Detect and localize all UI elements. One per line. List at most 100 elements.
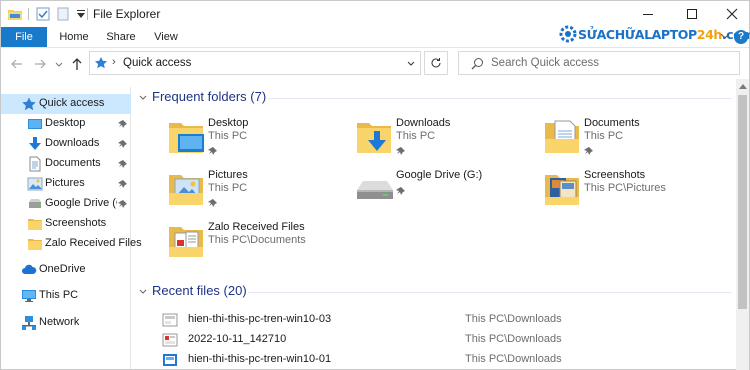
list-item[interactable]: 2022-10-11_142710 This PC\Downloads (158, 330, 598, 350)
tile-name: Desktop (208, 117, 249, 129)
divider (268, 98, 732, 99)
back-arrow-icon[interactable] (9, 56, 25, 72)
address-bar[interactable]: › Quick access (89, 51, 421, 75)
folder-icon (27, 236, 43, 252)
sidebar-item-documents[interactable]: Documents (1, 154, 131, 174)
folder-icon (27, 216, 43, 232)
file-explorer-window: File Explorer SỬACHỮALAPTOP24h.com File … (0, 0, 750, 370)
tab-view[interactable]: View (147, 27, 185, 47)
tab-home[interactable]: Home (53, 27, 95, 47)
screenshots-folder-icon (542, 169, 582, 209)
pin-icon[interactable] (208, 197, 218, 211)
sidebar-item-label: OneDrive (39, 263, 86, 275)
tile-path: This PC (208, 130, 248, 142)
sidebar-item-label: Network (39, 316, 80, 328)
zalo-folder-icon (166, 221, 206, 261)
up-arrow-icon[interactable] (69, 56, 85, 72)
sidebar-item-pictures[interactable]: Pictures (1, 174, 131, 194)
refresh-icon (431, 58, 441, 68)
scroll-up-icon[interactable] (736, 79, 749, 93)
file-name: 2022-10-11_142710 (188, 333, 287, 345)
sidebar-item-label: Screenshots (45, 217, 107, 229)
address-row: › Quick access Search Quick access (1, 47, 749, 79)
sidebar-item-desktop[interactable]: Desktop (1, 114, 131, 134)
help-icon[interactable]: ? (734, 30, 748, 44)
sidebar-item-this-pc[interactable]: This PC (1, 286, 131, 306)
drive-icon (354, 169, 394, 209)
sidebar-item-downloads[interactable]: Downloads (1, 134, 131, 154)
group-title: Frequent folders (7) (152, 89, 267, 104)
breadcrumb-chevron-icon[interactable]: › (112, 56, 116, 68)
sidebar-item-screenshots[interactable]: Screenshots (1, 214, 131, 234)
separator (28, 8, 29, 20)
tile-name: Google Drive (G:) (396, 169, 483, 181)
ribbon-tabs: File Home Share View ? (1, 27, 749, 47)
recent-locations-icon[interactable] (51, 56, 67, 72)
tab-share[interactable]: Share (101, 27, 141, 47)
scrollbar-thumb[interactable] (738, 95, 747, 309)
tile-name: Pictures (208, 169, 248, 181)
pin-icon[interactable] (584, 145, 594, 159)
separator (87, 8, 88, 20)
image-file-icon (162, 312, 178, 328)
sidebar-item-label: Pictures (45, 177, 85, 189)
drive-icon (27, 196, 43, 212)
sidebar-item-onedrive[interactable]: OneDrive (1, 260, 131, 280)
chevron-down-icon[interactable] (138, 92, 148, 106)
sidebar-item-label: Documents (45, 157, 101, 169)
tile-name: Downloads (396, 117, 451, 129)
folder-tile-zalo-received-files[interactable]: Zalo Received Files This PC\Documents (166, 221, 356, 267)
forward-arrow-icon[interactable] (32, 56, 48, 72)
tile-path: This PC\Pictures (584, 182, 666, 194)
pin-icon[interactable] (118, 178, 128, 192)
pin-icon[interactable] (208, 145, 218, 159)
file-name: hien-thi-this-pc-tren-win10-01 (188, 353, 332, 365)
sidebar-item-google-drive[interactable]: Google Drive (G: (1, 194, 131, 214)
folder-tile-pictures[interactable]: Pictures This PC (166, 169, 356, 215)
folder-tile-desktop[interactable]: Desktop This PC (166, 117, 356, 163)
address-dropdown-icon[interactable] (406, 58, 416, 72)
star-icon (21, 96, 37, 112)
sidebar-item-quick-access[interactable]: Quick access (1, 94, 131, 114)
navigation-pane: Quick access Desktop Downloads Documents (1, 87, 142, 369)
chevron-down-icon[interactable] (138, 286, 148, 300)
pin-icon[interactable] (118, 118, 128, 132)
folder-tile-downloads[interactable]: Downloads This PC (354, 117, 544, 163)
list-item[interactable]: hien-thi-this-pc-tren-win10-03 This PC\D… (158, 310, 598, 330)
pin-icon[interactable] (118, 158, 128, 172)
computer-icon (21, 288, 37, 304)
sidebar-item-label: Desktop (45, 117, 86, 129)
list-item[interactable]: hien-thi-this-pc-tren-win10-01 This PC\D… (158, 350, 598, 370)
documents-icon (27, 156, 43, 172)
search-input[interactable]: Search Quick access (458, 51, 740, 75)
image-file-icon (162, 332, 178, 348)
network-icon (21, 315, 37, 331)
folder-tile-screenshots[interactable]: Screenshots This PC\Pictures (542, 169, 732, 215)
tile-path: This PC (208, 182, 248, 194)
pin-icon[interactable] (396, 185, 406, 199)
documents-folder-icon (542, 117, 582, 157)
recent-files-header[interactable]: Recent files (20) (134, 281, 734, 301)
new-folder-icon[interactable] (55, 6, 71, 22)
vertical-scrollbar[interactable] (736, 79, 749, 370)
downloads-folder-icon (354, 117, 394, 157)
tile-name: Screenshots (584, 169, 646, 181)
pin-icon[interactable] (118, 138, 128, 152)
tab-file[interactable]: File (1, 27, 47, 47)
tile-name: Documents (584, 117, 640, 129)
properties-icon[interactable] (35, 6, 51, 22)
sidebar-item-zalo-received-files[interactable]: Zalo Received Files (1, 234, 142, 254)
pictures-icon (27, 176, 43, 192)
image-file-icon (162, 352, 178, 368)
explorer-app-icon (7, 6, 23, 22)
pin-icon[interactable] (118, 198, 128, 212)
refresh-button[interactable] (424, 51, 448, 75)
frequent-folders-header[interactable]: Frequent folders (7) (134, 87, 734, 107)
pin-icon[interactable] (396, 145, 406, 159)
expand-ribbon-icon[interactable] (719, 30, 731, 45)
breadcrumb[interactable]: Quick access (123, 57, 191, 69)
tile-path: This PC\Documents (208, 234, 306, 246)
folder-tile-google-drive[interactable]: Google Drive (G:) (354, 169, 544, 215)
folder-tile-documents[interactable]: Documents This PC (542, 117, 732, 163)
sidebar-item-network[interactable]: Network (1, 313, 131, 333)
